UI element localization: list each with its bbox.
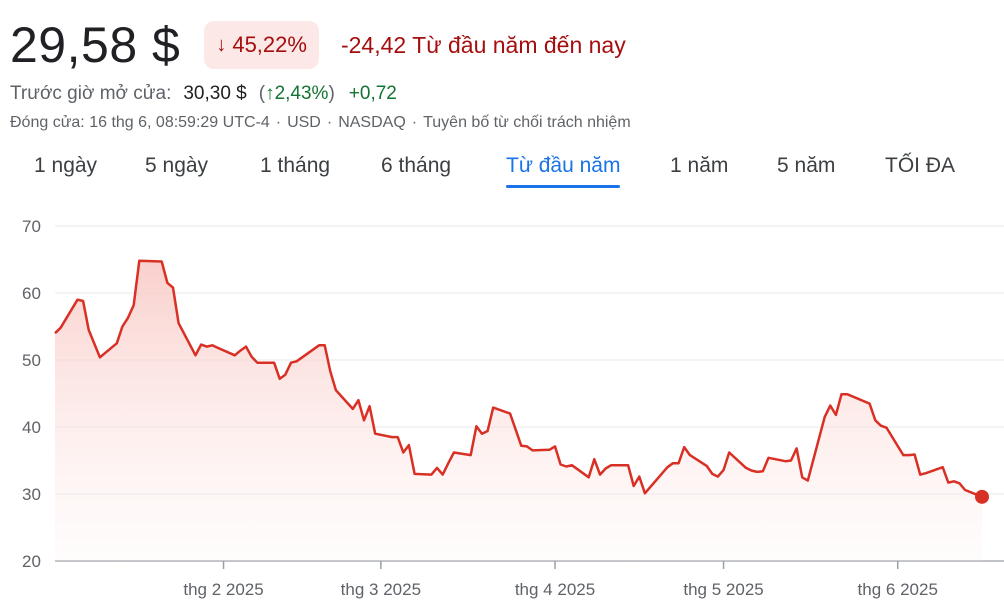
current-price: 29,58 $ (10, 17, 181, 73)
x-tick-label: thg 6 2025 (858, 580, 938, 599)
tab-6-months[interactable]: 6 tháng (381, 146, 451, 186)
tab-5-years[interactable]: 5 năm (777, 146, 835, 186)
x-tick-label: thg 3 2025 (341, 580, 421, 599)
tab-ytd[interactable]: Từ đầu năm (506, 146, 621, 188)
arrow-up-icon: ↑ (265, 83, 275, 104)
premarket-label: Trước giờ mở cửa: (10, 83, 172, 104)
absolute-change-text: -24,42 Từ đầu năm đến nay (340, 31, 626, 58)
tab-max[interactable]: TỐI ĐA (885, 146, 955, 186)
x-axis: thg 2 2025 thg 3 2025 thg 4 2025 thg 5 2025… (183, 561, 938, 599)
arrow-down-icon: ↓ (216, 33, 227, 56)
price-chart[interactable]: 20 30 40 50 60 70 thg 2 2025 thg 3 2025 thg 4 2… (0, 190, 1004, 614)
premarket-row: Trước giờ mở cửa: 30,30 $ (↑2,43%) +0,72 (10, 80, 397, 108)
tab-5-days[interactable]: 5 ngày (145, 146, 208, 186)
meta-separator: · (326, 114, 333, 131)
tab-1-month[interactable]: 1 tháng (260, 146, 330, 186)
percent-change-badge: ↓ 45,22% (204, 21, 319, 69)
premarket-pct-group: (↑2,43%) (259, 83, 335, 105)
premarket-abs-change: +0,72 (348, 83, 397, 104)
y-axis: 20 30 40 50 60 70 (22, 217, 41, 571)
paren-close: ) (328, 83, 335, 104)
tab-1-year[interactable]: 1 năm (670, 146, 728, 186)
tab-1-day[interactable]: 1 ngày (34, 146, 97, 186)
y-tick-label: 40 (22, 418, 41, 437)
y-tick-label: 60 (22, 284, 41, 303)
currency: USD (287, 114, 321, 131)
x-tick-label: thg 2 2025 (183, 580, 263, 599)
quote-meta: Đóng cửa: 16 thg 6, 08:59:29 UTC-4 · USD… (10, 112, 631, 134)
y-tick-label: 50 (22, 351, 41, 370)
meta-separator: · (275, 114, 282, 131)
quote-header: 29,58 $ ↓ 45,22% -24,42 Từ đầu năm đến n… (10, 12, 626, 78)
exchange: NASDAQ (338, 114, 406, 131)
x-tick-label: thg 4 2025 (515, 580, 595, 599)
y-tick-label: 70 (22, 217, 41, 236)
disclaimer-link[interactable]: Tuyên bố từ chối trách nhiệm (423, 114, 631, 132)
price-area (55, 260, 982, 561)
y-tick-label: 30 (22, 485, 41, 504)
premarket-price: 30,30 $ (183, 83, 247, 104)
x-tick-label: thg 5 2025 (683, 580, 763, 599)
y-tick-label: 20 (22, 552, 41, 571)
close-time: Đóng cửa: 16 thg 6, 08:59:29 UTC-4 (10, 114, 270, 131)
range-tabs: 1 ngày 5 ngày 1 tháng 6 tháng Từ đầu năm… (0, 146, 1004, 190)
meta-separator: · (411, 114, 418, 131)
percent-change-value: 45,22% (232, 32, 307, 57)
last-price-marker (975, 489, 989, 504)
premarket-pct: 2,43% (274, 83, 329, 104)
